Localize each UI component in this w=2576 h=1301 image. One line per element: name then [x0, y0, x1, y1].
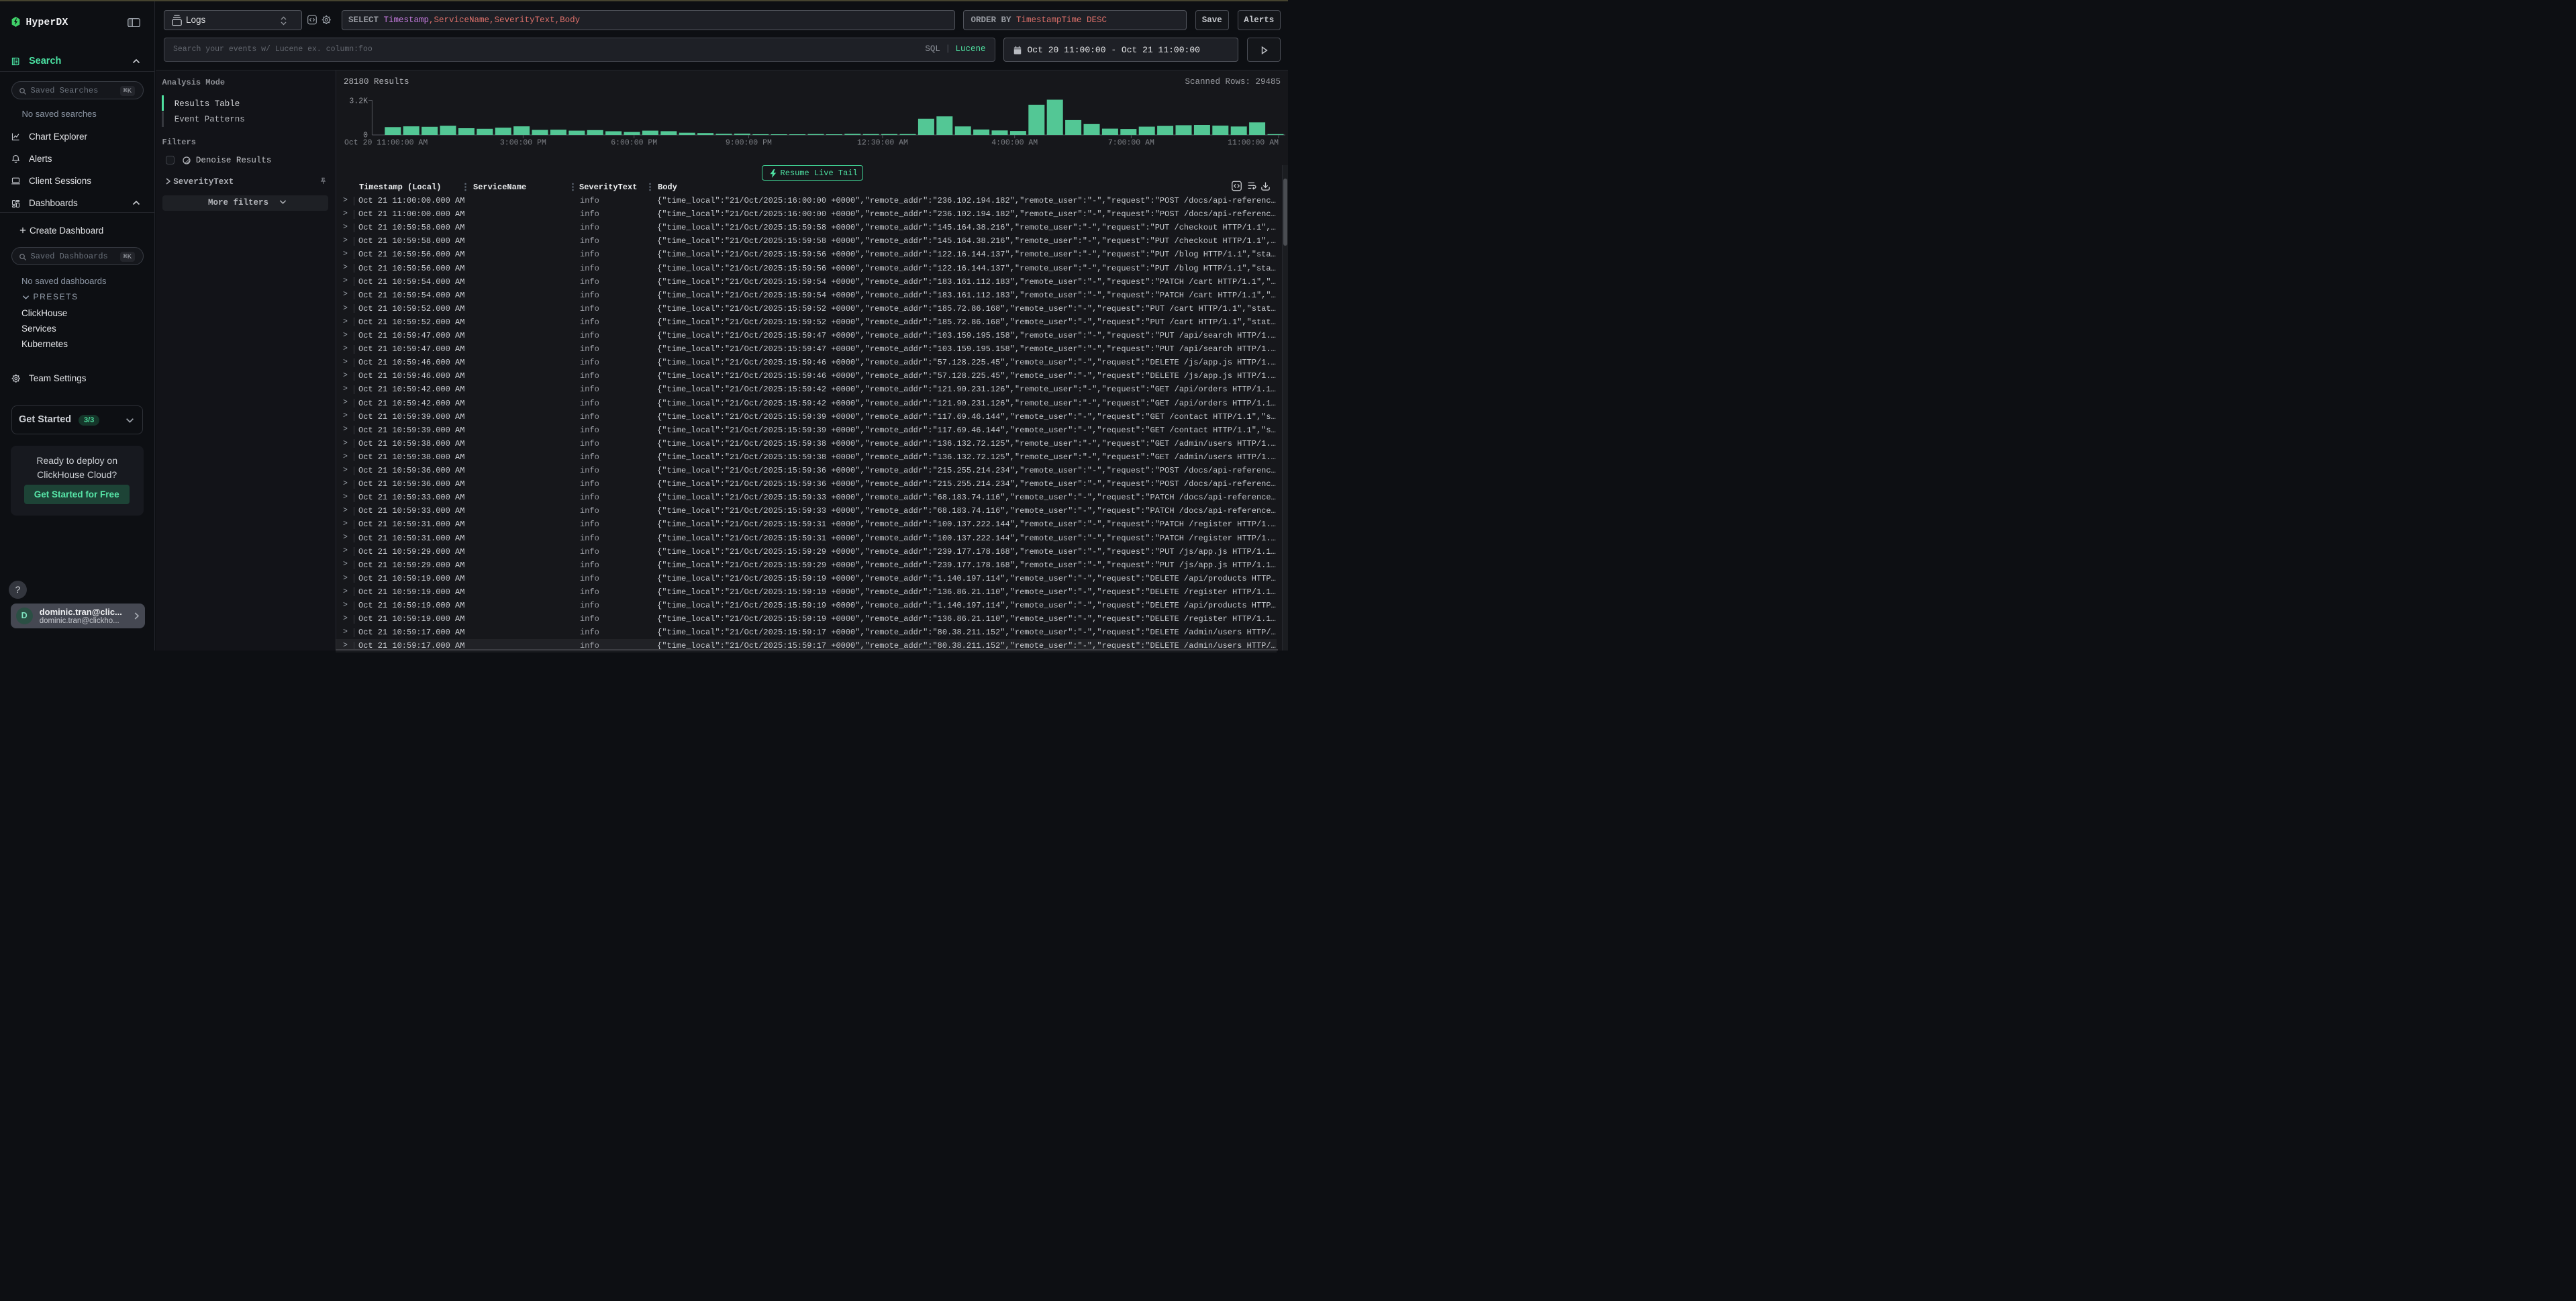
svg-text:4:00:00 AM: 4:00:00 AM	[991, 139, 1038, 148]
svg-text:12:30:00 AM: 12:30:00 AM	[857, 139, 908, 148]
svg-text:6:00:00 PM: 6:00:00 PM	[611, 139, 657, 148]
svg-text:7:00:00 AM: 7:00:00 AM	[1108, 139, 1154, 148]
svg-text:11:00:00 AM: 11:00:00 AM	[1228, 139, 1279, 148]
svg-text:3:00:00 PM: 3:00:00 PM	[500, 139, 546, 148]
svg-text:Oct 20 11:00:00 AM: Oct 20 11:00:00 AM	[344, 139, 428, 148]
svg-text:3.2K: 3.2K	[349, 97, 368, 106]
svg-text:9:00:00 PM: 9:00:00 PM	[726, 139, 772, 148]
